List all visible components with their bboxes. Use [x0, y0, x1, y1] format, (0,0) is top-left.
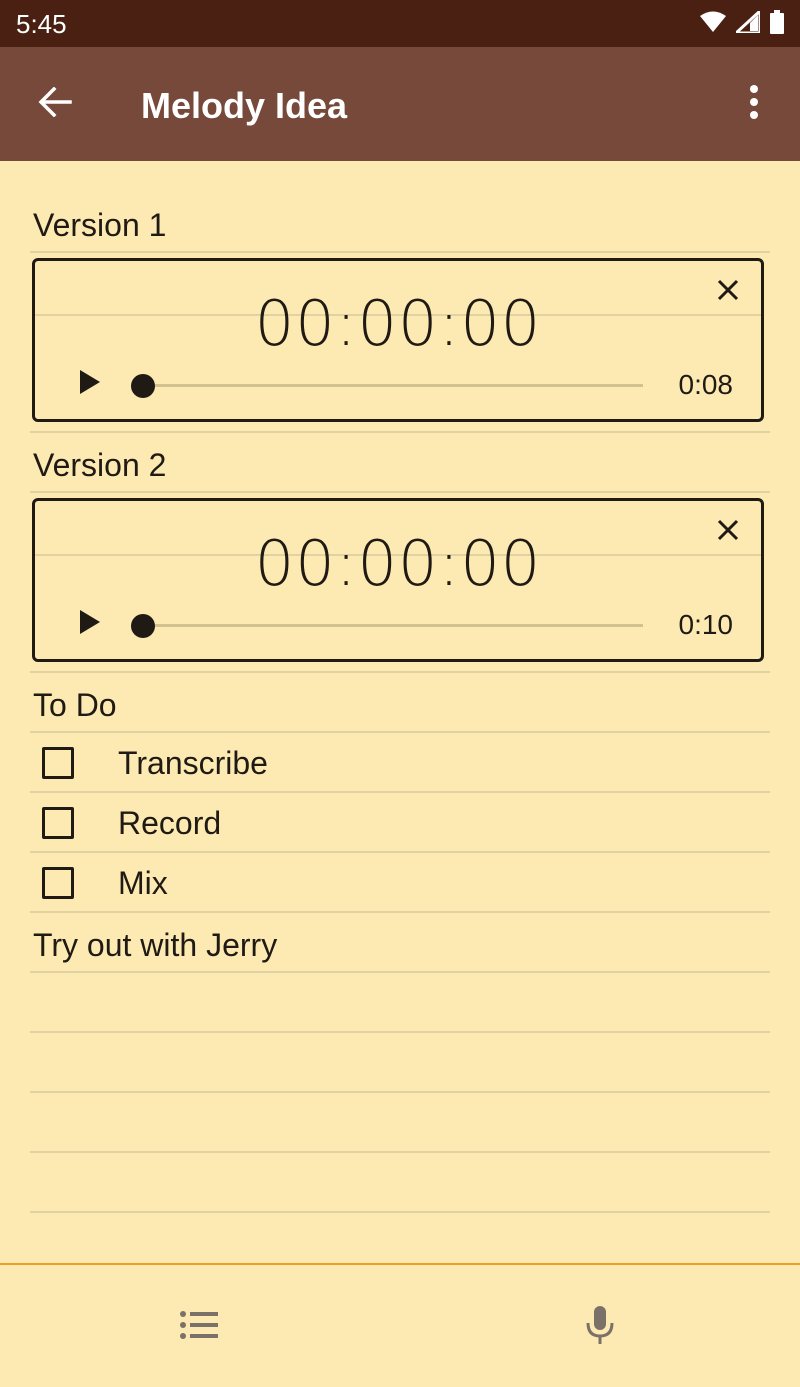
note-paper: Version 1 00:00:00 0:08 Version 2 00:00:… [0, 161, 800, 1263]
back-button[interactable] [28, 77, 82, 131]
status-bar: 5:45 [0, 0, 800, 47]
audio-player-version-1: 00:00:00 0:08 [32, 258, 764, 422]
paper-rule [30, 971, 770, 973]
todo-item-label: Mix [118, 865, 168, 901]
section-label-version-2: Version 2 [33, 447, 167, 483]
overflow-menu-button[interactable] [736, 77, 772, 131]
todo-item-label: Record [118, 805, 222, 841]
note-text[interactable]: Try out with Jerry [33, 927, 277, 964]
paper-rule [30, 731, 770, 733]
paper-rule [30, 251, 770, 253]
checkbox[interactable] [42, 747, 74, 779]
status-time: 5:45 [16, 9, 67, 39]
todo-item-label: Transcribe [118, 745, 268, 781]
paper-rule [30, 1211, 770, 1213]
paper-rule [30, 1031, 770, 1033]
more-vert-icon [749, 84, 759, 124]
player-duration: 0:10 [678, 609, 734, 640]
app-bar: Melody Idea [0, 47, 800, 161]
checkbox[interactable] [42, 807, 74, 839]
wifi-icon [700, 11, 726, 38]
paper-rule [30, 791, 770, 793]
arrow-back-icon [38, 86, 72, 122]
paper-rule [30, 491, 770, 493]
checkbox[interactable] [42, 867, 74, 899]
todo-item-record[interactable]: Record [42, 803, 221, 843]
seek-thumb[interactable] [131, 374, 155, 398]
paper-rule [30, 911, 770, 913]
todo-item-transcribe[interactable]: Transcribe [42, 743, 268, 783]
player-time-display: 00:00:00 [254, 287, 542, 360]
player-time-display: 00:00:00 [254, 527, 542, 600]
close-icon [717, 519, 739, 546]
todo-item-mix[interactable]: Mix [42, 863, 168, 903]
play-icon [80, 609, 100, 639]
paper-rule [30, 431, 770, 433]
microphone-icon [585, 1305, 615, 1349]
play-button[interactable] [75, 369, 105, 399]
checklist-button[interactable] [177, 1305, 221, 1349]
seek-thumb[interactable] [131, 614, 155, 638]
section-label-version-1: Version 1 [33, 207, 167, 243]
record-audio-button[interactable] [578, 1305, 622, 1349]
battery-icon [770, 10, 784, 39]
paper-rule [30, 851, 770, 853]
section-label-todo: To Do [33, 687, 117, 723]
seek-bar[interactable] [143, 624, 643, 627]
audio-player-version-2: 00:00:00 0:10 [32, 498, 764, 662]
paper-rule [30, 1151, 770, 1153]
bottom-toolbar [0, 1263, 800, 1387]
paper-rule [30, 1091, 770, 1093]
player-duration: 0:08 [678, 369, 734, 400]
remove-recording-button[interactable] [713, 277, 743, 307]
paper-rule [30, 671, 770, 673]
status-icons [700, 7, 784, 39]
close-icon [717, 279, 739, 306]
remove-recording-button[interactable] [713, 517, 743, 547]
list-icon [180, 1310, 218, 1345]
seek-bar[interactable] [143, 384, 643, 387]
signal-icon [732, 7, 762, 38]
play-icon [80, 369, 100, 399]
play-button[interactable] [75, 609, 105, 639]
page-title: Melody Idea [141, 85, 348, 126]
